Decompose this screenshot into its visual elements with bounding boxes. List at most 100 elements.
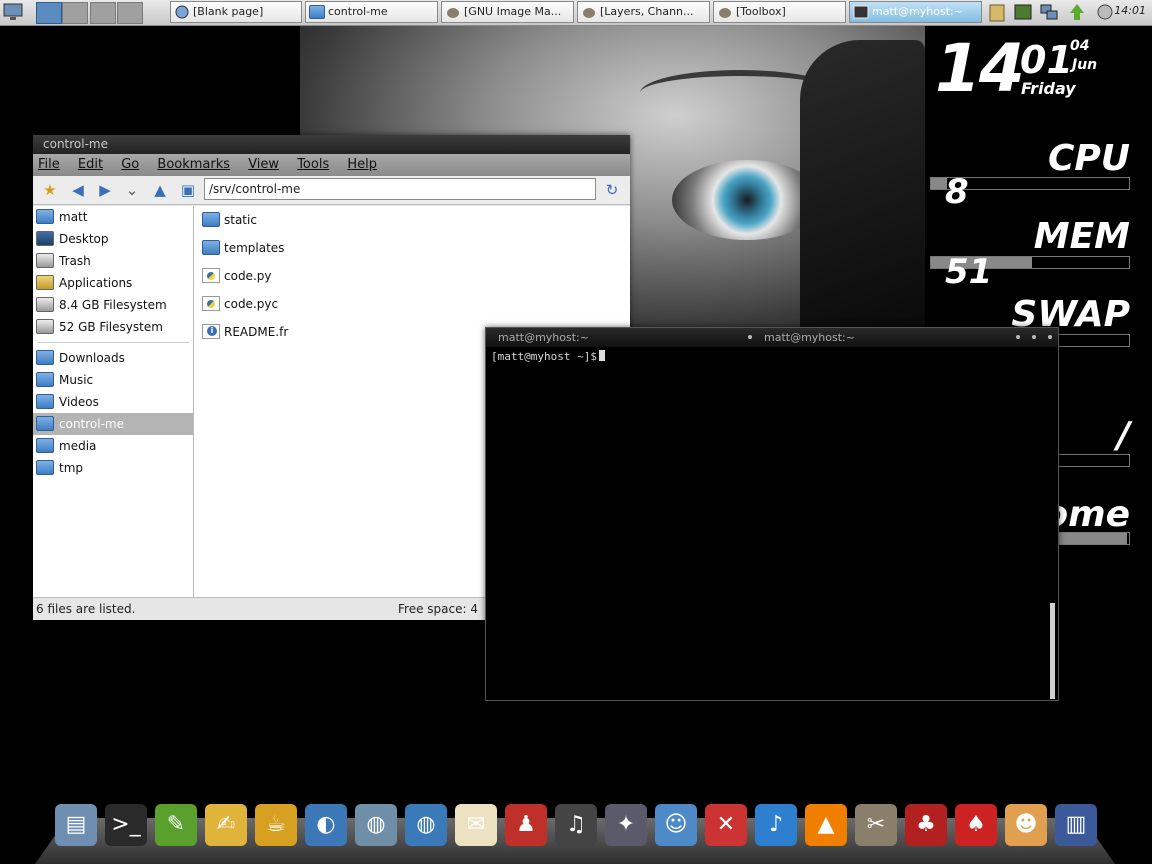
close-x-icon[interactable]: ✕ xyxy=(705,804,747,846)
pinwheel-icon[interactable]: ✦ xyxy=(605,804,647,846)
workspace-1[interactable] xyxy=(36,2,62,24)
notes-icon[interactable]: ✍ xyxy=(205,804,247,846)
vlc-icon[interactable]: ▲ xyxy=(805,804,847,846)
hardware-monitor-icon[interactable] xyxy=(1012,2,1034,22)
conky-minute: 01 xyxy=(1020,38,1073,82)
conky-cpu-value: 8 xyxy=(945,172,969,212)
gimp-icon xyxy=(581,5,597,19)
conky-hour: 14 xyxy=(935,30,1025,107)
sidebar-item-music[interactable]: Music xyxy=(33,369,193,391)
home-folder-icon[interactable]: ▣ xyxy=(179,181,197,199)
workspace-3[interactable] xyxy=(90,2,116,24)
maximize-dot-icon[interactable] xyxy=(1032,335,1036,339)
sidebar-item-filesystem-52gb[interactable]: 52 GB Filesystem xyxy=(33,316,193,338)
terminal-titlebar[interactable]: matt@myhost:~ matt@myhost:~ xyxy=(486,328,1058,347)
menu-help[interactable]: Help xyxy=(347,157,377,172)
chat-icon[interactable]: ☺ xyxy=(655,804,697,846)
list-item[interactable]: code.pyc xyxy=(194,290,630,318)
itunes-icon[interactable]: ♪ xyxy=(755,804,797,846)
folder-icon xyxy=(309,5,325,19)
python-file-icon xyxy=(202,268,220,283)
folder-icon xyxy=(36,460,54,475)
terminal-scrollbar[interactable] xyxy=(1050,603,1055,699)
info-file-icon xyxy=(202,324,220,339)
chart-icon[interactable]: ▥ xyxy=(1055,804,1097,846)
menu-go[interactable]: Go xyxy=(121,157,139,172)
sidebar-item-downloads[interactable]: Downloads xyxy=(33,347,193,369)
menu-file[interactable]: File xyxy=(38,157,60,172)
back-arrow-icon[interactable]: ◀ xyxy=(69,181,87,199)
task-gimp-layers[interactable]: [Layers, Chann... xyxy=(577,1,710,23)
power-icon[interactable] xyxy=(1094,2,1116,22)
music-player-icon[interactable]: ♫ xyxy=(555,804,597,846)
gimp-icon[interactable]: ✂ xyxy=(855,804,897,846)
earth-icon[interactable]: ◍ xyxy=(405,804,447,846)
up-arrow-icon[interactable]: ▲ xyxy=(151,181,169,199)
sidebar-item-videos[interactable]: Videos xyxy=(33,391,193,413)
joystick-icon[interactable]: ♟ xyxy=(505,804,547,846)
task-terminal[interactable]: matt@myhost:~ xyxy=(849,1,982,23)
home-icon xyxy=(36,209,54,224)
desktop-icon xyxy=(36,231,54,246)
trash-icon xyxy=(36,253,54,268)
terminal-icon xyxy=(853,5,869,19)
task-gimp-toolbox[interactable]: [Toolbox] xyxy=(713,1,846,23)
file-manager-titlebar[interactable]: control-me xyxy=(33,135,630,154)
terminal-title-center: matt@myhost:~ xyxy=(764,331,855,344)
sidebar-item-tmp[interactable]: tmp xyxy=(33,457,193,479)
menu-tools[interactable]: Tools xyxy=(297,157,329,172)
sidebar-item-applications[interactable]: Applications xyxy=(33,272,193,294)
computer-menu-icon[interactable] xyxy=(2,2,24,22)
panel-clock[interactable]: 14:01 xyxy=(1114,4,1146,17)
mail-icon[interactable]: ✉ xyxy=(455,804,497,846)
terminal-output[interactable]: [matt@myhost ~]$ xyxy=(489,347,1050,697)
browser-icon[interactable]: ◐ xyxy=(305,804,347,846)
file-manager-icon[interactable]: ▤ xyxy=(55,804,97,846)
top-panel: [Blank page] control-me [GNU Image Ma...… xyxy=(0,0,1152,26)
forward-arrow-icon[interactable]: ▶ xyxy=(96,181,114,199)
sidebar-item-filesystem-8gb[interactable]: 8.4 GB Filesystem xyxy=(33,294,193,316)
workspace-4[interactable] xyxy=(117,2,143,24)
santa-icon[interactable]: ♣ xyxy=(905,804,947,846)
new-tab-icon[interactable]: ★ xyxy=(41,181,59,199)
terminal-icon[interactable]: >_ xyxy=(105,804,147,846)
close-dot-icon[interactable] xyxy=(1048,335,1052,339)
gimp-icon xyxy=(445,5,461,19)
network-icon[interactable] xyxy=(1038,2,1060,22)
conky-weekday: Friday xyxy=(1021,79,1076,98)
task-control-me[interactable]: control-me xyxy=(305,1,438,23)
task-blank-page[interactable]: [Blank page] xyxy=(170,1,302,23)
sidebar-item-matt[interactable]: matt xyxy=(33,206,193,228)
clipboard-icon[interactable] xyxy=(986,2,1008,22)
task-gimp-main[interactable]: [GNU Image Ma... xyxy=(441,1,574,23)
teapot-icon[interactable]: ☕ xyxy=(255,804,297,846)
list-item[interactable]: templates xyxy=(194,234,630,262)
go-refresh-icon[interactable]: ↻ xyxy=(603,181,621,199)
update-icon[interactable] xyxy=(1066,2,1088,22)
toolbar: ★ ◀ ▶ ⌄ ▲ ▣ /srv/control-me ↻ xyxy=(33,176,630,205)
menu-view[interactable]: View xyxy=(248,157,279,172)
folder-icon xyxy=(36,394,54,409)
conky-day: 04 xyxy=(1070,38,1090,54)
python-file-icon xyxy=(202,296,220,311)
sidebar-item-trash[interactable]: Trash xyxy=(33,250,193,272)
folder-icon xyxy=(202,240,220,255)
text-editor-icon[interactable]: ✎ xyxy=(155,804,197,846)
sidebar-item-desktop[interactable]: Desktop xyxy=(33,228,193,250)
menu-bookmarks[interactable]: Bookmarks xyxy=(157,157,230,172)
sidebar-item-control-me[interactable]: control-me xyxy=(33,413,193,435)
folder-icon xyxy=(202,212,220,227)
workspace-2[interactable] xyxy=(62,2,88,24)
sidebar-item-media[interactable]: media xyxy=(33,435,193,457)
text-cursor xyxy=(598,350,605,361)
list-item[interactable]: code.py xyxy=(194,262,630,290)
network-globe-icon[interactable]: ◍ xyxy=(355,804,397,846)
address-bar[interactable]: /srv/control-me xyxy=(204,178,596,200)
minimize-dot-icon[interactable] xyxy=(1016,335,1020,339)
poker-icon[interactable]: ♠ xyxy=(955,804,997,846)
history-chevron-down-icon[interactable]: ⌄ xyxy=(123,181,141,199)
character-icon[interactable]: ☻ xyxy=(1005,804,1047,846)
list-item[interactable]: static xyxy=(194,206,630,234)
sticky-dot-icon[interactable] xyxy=(748,335,752,339)
menu-edit[interactable]: Edit xyxy=(78,157,103,172)
